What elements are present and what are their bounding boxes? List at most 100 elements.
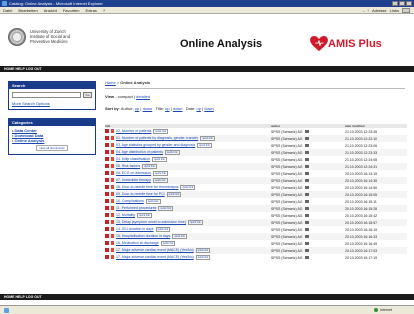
document-title-link[interactable]: 17. Major adverse cardiac event (MACE) (… (116, 248, 194, 252)
document-title-link[interactable]: 17. Major adverse cardiac event (MACE) (… (116, 255, 194, 259)
author-info-icon[interactable] (304, 151, 309, 155)
pdf-icon[interactable] (105, 206, 109, 211)
pdf-icon[interactable] (105, 157, 109, 162)
author-info-icon[interactable] (304, 200, 309, 204)
menu-favorites[interactable]: Favoriten (63, 8, 80, 13)
document-title-link[interactable]: 12. Mortality (116, 213, 135, 217)
report-icon[interactable] (111, 241, 114, 246)
quick-link[interactable]: quick link (153, 171, 168, 176)
quick-link[interactable]: quick link (160, 241, 176, 246)
document-title-link[interactable]: 11. Performed procedures (116, 206, 156, 210)
breadcrumb-home[interactable]: Home (105, 80, 116, 85)
report-icon[interactable] (111, 199, 114, 204)
search-input[interactable] (12, 92, 81, 98)
quick-link[interactable]: quick link (152, 178, 168, 183)
quick-link[interactable]: quick link (166, 192, 182, 197)
pdf-icon[interactable] (105, 227, 109, 232)
menu-edit[interactable]: Bearbeiten (18, 8, 37, 13)
pdf-icon[interactable] (105, 150, 109, 155)
report-icon[interactable] (111, 185, 114, 190)
sort-date-up[interactable]: up (196, 106, 200, 111)
maximize-button[interactable] (399, 1, 405, 6)
report-icon[interactable] (111, 234, 114, 239)
author-info-icon[interactable] (304, 165, 309, 169)
document-title-link[interactable]: 06. Risk factors (116, 164, 140, 168)
quick-link[interactable]: quick link (197, 143, 212, 148)
pdf-icon[interactable] (105, 129, 109, 134)
footer-nav[interactable]: HOME HELP LOG OUT (0, 294, 414, 300)
pdf-icon[interactable] (105, 241, 109, 246)
quick-link[interactable]: quick link (195, 248, 211, 253)
document-title-link[interactable]: 02. Number of patients (116, 129, 151, 133)
quick-link[interactable]: quick link (172, 234, 187, 239)
menu-file[interactable]: Datei (3, 8, 12, 13)
document-title-link[interactable]: 01. Number of patients by diagnosis, gen… (116, 136, 198, 140)
document-title-link[interactable]: 14. ICU duration in days (116, 227, 154, 231)
document-title-link[interactable]: 08. Door-to-needle time for thrombolysis (116, 185, 178, 189)
sort-date-down[interactable]: down (204, 106, 214, 111)
pdf-icon[interactable] (105, 164, 109, 169)
pdf-icon[interactable] (105, 136, 109, 141)
report-icon[interactable] (111, 157, 114, 162)
quick-link[interactable]: quick link (137, 213, 152, 218)
pdf-icon[interactable] (105, 192, 109, 197)
document-title-link[interactable]: 06. ECG on admission (116, 171, 151, 175)
pdf-icon[interactable] (105, 255, 109, 260)
report-icon[interactable] (111, 248, 114, 253)
quick-link[interactable]: quick link (195, 255, 211, 260)
minimize-button[interactable] (392, 1, 398, 6)
report-icon[interactable] (111, 178, 114, 183)
report-icon[interactable] (111, 143, 114, 148)
report-icon[interactable] (111, 213, 114, 218)
document-title-link[interactable]: 07. Immediate therapy (116, 178, 151, 182)
quick-link[interactable]: quick link (180, 185, 196, 190)
document-title-link[interactable]: 04. Age distribution of patients (116, 150, 163, 154)
pdf-icon[interactable] (105, 143, 109, 148)
quick-link[interactable]: quick link (164, 150, 180, 155)
report-icon[interactable] (111, 164, 114, 169)
author-info-icon[interactable] (304, 172, 309, 176)
quick-link[interactable]: quick link (200, 136, 215, 141)
author-info-icon[interactable] (304, 249, 309, 253)
close-button[interactable] (406, 1, 412, 6)
pdf-icon[interactable] (105, 199, 109, 204)
document-title-link[interactable]: 09. Door-to-needle time for PCI (116, 192, 165, 196)
menu-tools[interactable]: Extras (86, 8, 97, 13)
report-icon[interactable] (111, 192, 114, 197)
top-nav[interactable]: HOME HELP LOG OUT (0, 66, 414, 72)
author-info-icon[interactable] (304, 179, 309, 183)
author-info-icon[interactable] (304, 221, 309, 225)
author-info-icon[interactable] (304, 158, 309, 162)
author-info-icon[interactable] (304, 214, 309, 218)
quick-link[interactable]: quick link (188, 220, 203, 225)
pdf-icon[interactable] (105, 178, 109, 183)
report-icon[interactable] (111, 171, 114, 176)
quick-link[interactable]: quick link (158, 206, 174, 211)
report-icon[interactable] (111, 129, 114, 134)
author-info-icon[interactable] (304, 235, 309, 239)
report-icon[interactable] (111, 220, 114, 225)
view-all-documents-link[interactable]: view all documents (36, 145, 68, 151)
report-icon[interactable] (111, 136, 114, 141)
author-info-icon[interactable] (304, 207, 309, 211)
author-info-icon[interactable] (304, 130, 309, 134)
pdf-icon[interactable] (105, 220, 109, 225)
view-compact[interactable]: compact (118, 94, 133, 99)
quick-link[interactable]: quick link (153, 129, 169, 134)
sort-title-down[interactable]: down (173, 106, 183, 111)
document-title-link[interactable]: 10. Complications (116, 199, 144, 203)
report-icon[interactable] (111, 255, 114, 260)
sort-author-up[interactable]: up (135, 106, 139, 111)
pdf-icon[interactable] (105, 248, 109, 253)
sort-title-up[interactable]: up (165, 106, 169, 111)
author-info-icon[interactable] (304, 137, 309, 141)
search-go-button[interactable]: Go (83, 92, 92, 98)
author-info-icon[interactable] (304, 144, 309, 148)
report-icon[interactable] (111, 206, 114, 211)
author-info-icon[interactable] (304, 242, 309, 246)
author-info-icon[interactable] (304, 256, 309, 260)
menu-view[interactable]: Ansicht (44, 8, 57, 13)
pdf-icon[interactable] (105, 213, 109, 218)
address-label[interactable]: Adresse (372, 8, 387, 13)
document-title-link[interactable]: 16. Medication at discharge (116, 241, 159, 245)
